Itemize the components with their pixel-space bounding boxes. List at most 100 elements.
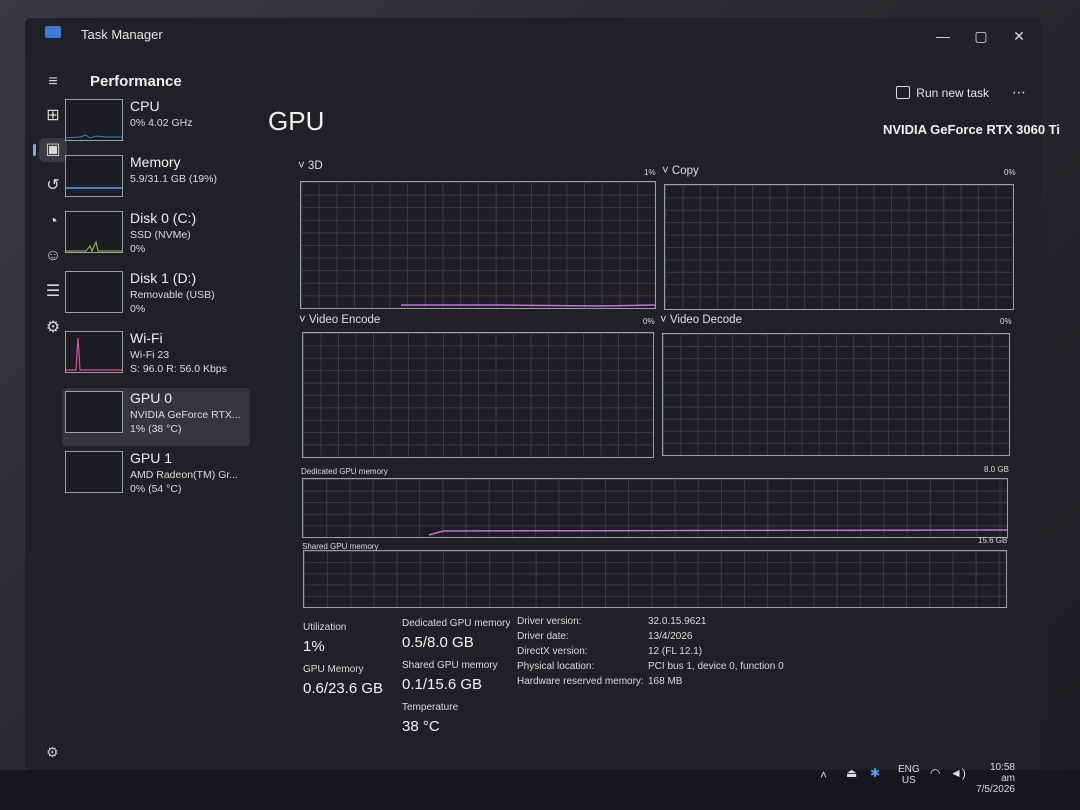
engine-copy-value: 0% — [1004, 168, 1016, 177]
graph-video-encode — [302, 332, 654, 458]
reserved-memory-value: 168 MB — [648, 676, 683, 687]
device-disk1[interactable]: Disk 1 (D:) Removable (USB) 0% — [62, 268, 250, 326]
device-memory[interactable]: Memory 5.9/31.1 GB (19%) — [62, 152, 250, 210]
clock[interactable]: 10:58 am 7/5/2026 — [975, 762, 1015, 795]
taskbar: ˄ ⏏ ✱ ENG US ◠ ◄) 10:58 am 7/5/2026 — [0, 762, 1080, 810]
clock-time: 10:58 am — [989, 762, 1015, 784]
graph-shared-memory — [303, 550, 1007, 608]
device-name: CPU — [130, 98, 160, 114]
temperature-value: 38 °C — [402, 718, 440, 735]
driver-date-value: 13/4/2026 — [648, 631, 693, 642]
wifi-thumbnail — [65, 331, 123, 373]
graph-dedicated-memory — [302, 478, 1008, 538]
run-task-label: Run new task — [916, 86, 989, 100]
gpu-memory-value: 0.6/23.6 GB — [303, 680, 384, 697]
device-detail: 5.9/31.1 GB (19%) — [130, 173, 217, 185]
device-usage: 0% — [130, 243, 146, 255]
engine-label: Video Encode — [308, 314, 381, 326]
dedicated-memory-graph-label: Dedicated GPU memory — [301, 467, 388, 476]
hamburger-icon[interactable]: ≡ — [39, 70, 67, 94]
utilization-label: Utilization — [303, 622, 347, 633]
driver-version-value: 32.0.15.9621 — [648, 616, 707, 627]
maximize-button[interactable]: ▢ — [971, 28, 991, 45]
dedicated-memory-value: 0.5/8.0 GB — [402, 634, 474, 651]
device-gpu1[interactable]: GPU 1 AMD Radeon(TM) Gr... 0% (54 °C) — [62, 448, 250, 506]
graph-copy — [664, 184, 1014, 310]
run-task-icon — [896, 86, 911, 99]
device-detail: 0% 4.02 GHz — [130, 117, 193, 129]
graph-3d — [300, 181, 656, 309]
device-detail: Wi-Fi 23 — [130, 349, 170, 361]
gpu-memory-label: GPU Memory — [303, 664, 364, 675]
minimize-button[interactable]: — — [933, 28, 953, 44]
gpu0-thumbnail — [65, 391, 123, 433]
graph-video-decode — [662, 333, 1010, 456]
disk0-thumbnail — [65, 211, 123, 253]
shared-memory-max: 15.6 GB — [978, 536, 1008, 545]
device-usage: 1% (38 °C) — [130, 423, 182, 435]
language-indicator[interactable]: ENG US — [898, 764, 920, 786]
device-list: CPU 0% 4.02 GHz Memory 5.9/31.1 GB (19%)… — [62, 96, 252, 496]
gpu1-thumbnail — [65, 451, 123, 493]
engine-label: Video Decode — [669, 314, 742, 326]
shared-memory-label: Shared GPU memory — [402, 660, 498, 671]
physical-location-key: Physical location: — [517, 661, 595, 672]
device-detail: SSD (NVMe) — [130, 229, 191, 241]
clock-date: 7/5/2026 — [976, 784, 1015, 795]
device-usage: 0% — [130, 303, 146, 315]
dedicated-memory-max: 8.0 GB — [984, 465, 1009, 474]
title-bar: Task Manager — ▢ ✕ — [25, 18, 1041, 58]
engine-encode-value: 0% — [643, 317, 655, 326]
disk1-thumbnail — [65, 271, 123, 313]
reserved-memory-key: Hardware reserved memory: — [517, 676, 644, 687]
engine-encode-label[interactable]: ˅ Video Encode — [299, 314, 380, 326]
driver-date-key: Driver date: — [517, 631, 569, 642]
wifi-icon[interactable]: ◠ — [930, 766, 940, 780]
engine-copy-label[interactable]: ˅ Copy — [662, 165, 699, 177]
cpu-thumbnail — [65, 99, 123, 141]
engine-3d-label[interactable]: ˅ 3D — [298, 160, 323, 172]
run-new-task-button[interactable]: Run new task — [896, 86, 989, 100]
directx-version-value: 12 (FL 12.1) — [648, 646, 703, 657]
engine-decode-value: 0% — [1000, 317, 1012, 326]
settings-icon[interactable]: ⚙ — [46, 744, 62, 760]
dedicated-memory-label: Dedicated GPU memory — [402, 618, 511, 629]
engine-3d-value: 1% — [644, 168, 656, 177]
device-disk0[interactable]: Disk 0 (C:) SSD (NVMe) 0% — [62, 208, 250, 266]
close-button[interactable]: ✕ — [1009, 28, 1029, 45]
engine-label: Copy — [671, 165, 699, 177]
task-manager-icon — [45, 26, 61, 38]
device-name: GPU 0 — [130, 390, 173, 406]
driver-version-key: Driver version: — [517, 616, 582, 627]
device-gpu0[interactable]: GPU 0 NVIDIA GeForce RTX... 1% (38 °C) — [62, 388, 250, 446]
temperature-label: Temperature — [402, 702, 459, 713]
device-usage: S: 96.0 R: 56.0 Kbps — [130, 363, 227, 375]
device-name: Disk 0 (C:) — [130, 210, 197, 226]
device-detail: NVIDIA GeForce RTX... — [130, 409, 241, 421]
device-name: Memory — [130, 154, 181, 170]
language-code: ENG — [898, 764, 920, 775]
engine-label: 3D — [307, 160, 323, 172]
device-detail: Removable (USB) — [130, 289, 215, 301]
device-detail: AMD Radeon(TM) Gr... — [130, 469, 238, 481]
bluetooth-icon[interactable]: ✱ — [870, 766, 880, 780]
device-name: GPU 1 — [130, 450, 173, 466]
region-code: US — [901, 775, 916, 786]
device-name: Disk 1 (D:) — [130, 270, 197, 286]
usb-icon[interactable]: ⏏ — [846, 766, 857, 780]
show-hidden-icons[interactable]: ˄ — [820, 768, 827, 782]
physical-location-value: PCI bus 1, device 0, function 0 — [648, 661, 784, 672]
window-title: Task Manager — [81, 27, 163, 42]
volume-icon[interactable]: ◄) — [950, 766, 966, 780]
more-options-button[interactable]: ⋯ — [1012, 84, 1027, 101]
engine-decode-label[interactable]: ˅ Video Decode — [660, 314, 742, 326]
directx-version-key: DirectX version: — [517, 646, 588, 657]
device-wifi[interactable]: Wi-Fi Wi-Fi 23 S: 96.0 R: 56.0 Kbps — [62, 328, 250, 386]
page-title: Performance — [90, 73, 182, 90]
shared-memory-value: 0.1/15.6 GB — [402, 676, 483, 693]
device-cpu[interactable]: CPU 0% 4.02 GHz — [62, 96, 250, 154]
memory-thumbnail — [65, 155, 123, 197]
utilization-value: 1% — [303, 638, 325, 655]
device-name: Wi-Fi — [130, 330, 163, 346]
gpu-heading: GPU — [268, 106, 325, 136]
